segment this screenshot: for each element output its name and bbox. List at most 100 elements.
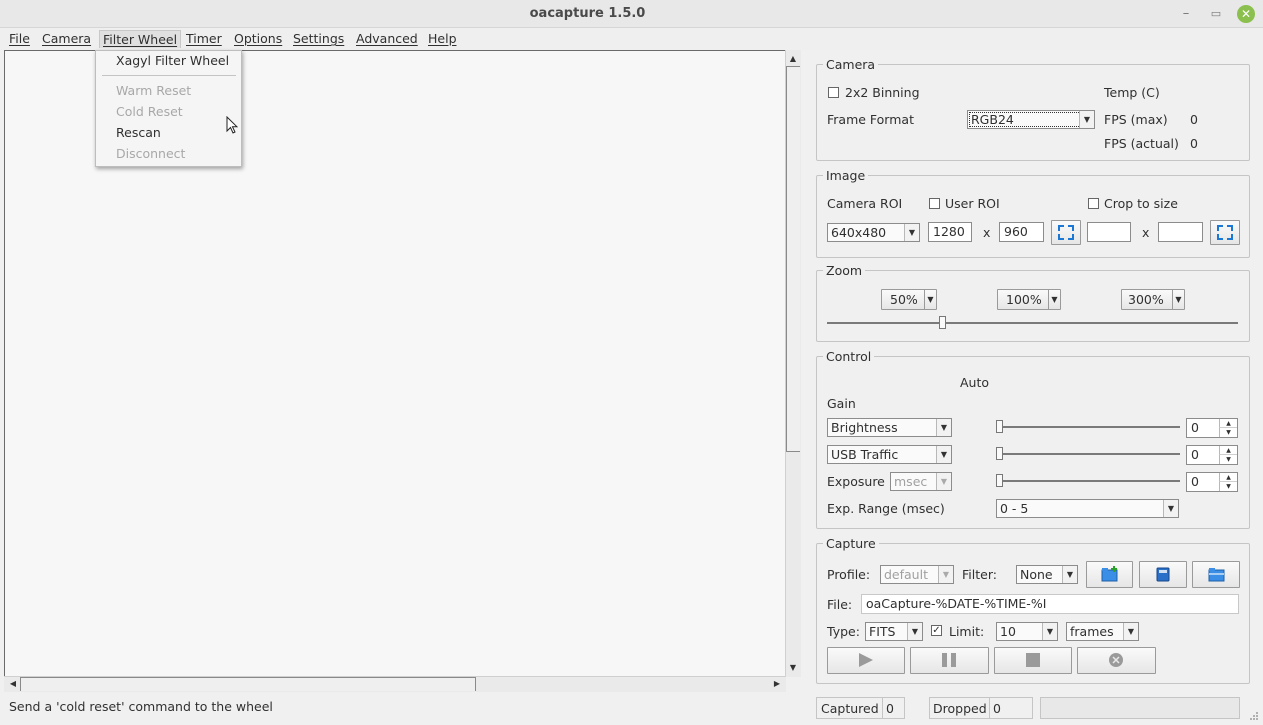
open-folder-button[interactable] bbox=[1192, 561, 1240, 588]
roi-height-input[interactable]: 960 bbox=[999, 222, 1044, 242]
binning-checkbox[interactable] bbox=[828, 87, 839, 98]
start-capture-button[interactable] bbox=[827, 647, 905, 674]
roi-select[interactable]: 640x480 ▼ bbox=[827, 223, 920, 242]
limit-select[interactable]: 10 ▼ bbox=[996, 622, 1058, 641]
menu-item-disconnect[interactable]: Disconnect bbox=[116, 145, 185, 163]
menu-options[interactable]: Options bbox=[231, 30, 285, 48]
spin-up-icon[interactable]: ▲ bbox=[1219, 419, 1237, 428]
zoom-300-button[interactable]: 300% ▼ bbox=[1121, 289, 1185, 310]
spin-down-icon[interactable]: ▼ bbox=[1219, 482, 1237, 491]
camera-roi-label: Camera ROI bbox=[827, 196, 903, 211]
frame-format-value: RGB24 bbox=[971, 112, 1014, 127]
filter-value: None bbox=[1020, 567, 1053, 582]
pause-capture-button[interactable] bbox=[910, 647, 989, 674]
zoom-slider-handle[interactable] bbox=[939, 316, 946, 329]
captured-label: Captured bbox=[821, 701, 879, 716]
fit-crop-button[interactable] bbox=[1210, 220, 1240, 245]
spin-up-icon[interactable]: ▲ bbox=[1219, 473, 1237, 482]
exposure-value: 0 bbox=[1191, 474, 1199, 489]
crop-height-input[interactable] bbox=[1158, 222, 1203, 242]
divider bbox=[989, 698, 990, 718]
type-value: FITS bbox=[869, 624, 896, 639]
spin-down-icon[interactable]: ▼ bbox=[1219, 428, 1237, 437]
fps-actual-label: FPS (actual) bbox=[1104, 136, 1179, 151]
brightness-value: 0 bbox=[1191, 420, 1199, 435]
user-roi-checkbox[interactable] bbox=[929, 198, 940, 209]
vertical-scroll-thumb[interactable] bbox=[786, 66, 800, 452]
chevron-down-icon: ▼ bbox=[1079, 111, 1094, 128]
menu-item-rescan[interactable]: Rescan bbox=[116, 124, 161, 142]
exp-range-value: 0 - 5 bbox=[1000, 501, 1029, 516]
play-icon bbox=[859, 653, 873, 667]
stop-capture-button[interactable] bbox=[994, 647, 1072, 674]
save-profile-button[interactable] bbox=[1139, 561, 1187, 588]
exposure-slider-track[interactable] bbox=[996, 480, 1180, 482]
usb-traffic-value: 0 bbox=[1191, 447, 1199, 462]
zoom-50-button[interactable]: 50% ▼ bbox=[881, 289, 937, 310]
exposure-slider-handle[interactable] bbox=[996, 474, 1003, 487]
limit-checkbox[interactable]: ✓ bbox=[931, 625, 942, 636]
spin-up-icon[interactable]: ▲ bbox=[1219, 446, 1237, 455]
resize-grip-icon[interactable] bbox=[1248, 710, 1260, 722]
type-select[interactable]: FITS ▼ bbox=[865, 622, 923, 641]
gain-label: Gain bbox=[827, 396, 856, 411]
brightness-spinbox[interactable]: 0 ▲ ▼ bbox=[1186, 418, 1238, 438]
roi-width-input[interactable]: 1280 bbox=[928, 222, 972, 242]
control-select-brightness[interactable]: Brightness ▼ bbox=[827, 418, 952, 437]
fit-roi-button[interactable] bbox=[1051, 220, 1081, 245]
scroll-right-icon[interactable]: ▶ bbox=[770, 677, 784, 691]
frame-format-select[interactable]: RGB24 ▼ bbox=[967, 110, 1095, 129]
scroll-left-icon[interactable]: ◀ bbox=[6, 677, 20, 691]
crop-width-input[interactable] bbox=[1087, 222, 1131, 242]
scroll-up-icon[interactable]: ▲ bbox=[786, 52, 800, 66]
menu-item-cold-reset[interactable]: Cold Reset bbox=[116, 103, 183, 121]
chevron-down-icon: ▼ bbox=[904, 224, 919, 241]
usb-traffic-slider-handle[interactable] bbox=[996, 447, 1003, 460]
limit-value: 10 bbox=[1000, 624, 1016, 639]
fps-max-value: 0 bbox=[1190, 112, 1198, 127]
filter-select[interactable]: None ▼ bbox=[1016, 565, 1078, 584]
menu-file[interactable]: File bbox=[6, 30, 33, 48]
menu-item-warm-reset[interactable]: Warm Reset bbox=[116, 82, 191, 100]
limit-unit-select[interactable]: frames ▼ bbox=[1066, 622, 1139, 641]
new-folder-button[interactable] bbox=[1086, 561, 1133, 588]
chevron-down-icon: ▼ bbox=[924, 290, 936, 309]
profile-select[interactable]: default ▼ bbox=[880, 565, 954, 584]
spin-down-icon[interactable]: ▼ bbox=[1219, 455, 1237, 464]
autorun-button[interactable] bbox=[1077, 647, 1156, 674]
exp-range-select[interactable]: 0 - 5 ▼ bbox=[996, 499, 1179, 518]
minimize-button[interactable]: – bbox=[1177, 5, 1195, 23]
fps-actual-value: 0 bbox=[1190, 136, 1198, 151]
user-roi-label: User ROI bbox=[945, 196, 1000, 211]
type-label: Type: bbox=[827, 624, 860, 639]
usb-traffic-slider-track[interactable] bbox=[996, 453, 1180, 455]
chevron-down-icon: ▼ bbox=[1172, 290, 1184, 309]
profile-value: default bbox=[884, 567, 928, 582]
exposure-unit-select[interactable]: msec ▼ bbox=[890, 472, 952, 491]
menu-item-xagyl-filter-wheel[interactable]: Xagyl Filter Wheel bbox=[116, 52, 229, 70]
crop-x-label: x bbox=[1142, 225, 1150, 240]
crop-checkbox[interactable] bbox=[1088, 198, 1099, 209]
zoom-100-button[interactable]: 100% ▼ bbox=[997, 289, 1061, 310]
menu-camera[interactable]: Camera bbox=[39, 30, 94, 48]
menu-timer[interactable]: Timer bbox=[183, 30, 225, 48]
file-name-input[interactable]: oaCapture-%DATE-%TIME-%I bbox=[861, 594, 1239, 614]
control-select-usb-traffic[interactable]: USB Traffic ▼ bbox=[827, 445, 952, 464]
brightness-slider-track[interactable] bbox=[996, 426, 1180, 428]
menu-settings[interactable]: Settings bbox=[290, 30, 347, 48]
menu-help[interactable]: Help bbox=[425, 30, 460, 48]
usb-traffic-spinbox[interactable]: 0 ▲ ▼ bbox=[1186, 445, 1238, 465]
scroll-down-icon[interactable]: ▼ bbox=[786, 661, 800, 675]
horizontal-scroll-thumb[interactable] bbox=[20, 677, 476, 691]
exposure-spinbox[interactable]: 0 ▲ ▼ bbox=[1186, 472, 1238, 492]
chevron-down-icon: ▼ bbox=[1048, 290, 1060, 309]
menu-filter-wheel[interactable]: Filter Wheel bbox=[99, 30, 182, 48]
zoom-100-label: 100% bbox=[1006, 292, 1042, 307]
chevron-down-icon: ▼ bbox=[936, 446, 951, 463]
close-button[interactable]: ✕ bbox=[1237, 5, 1255, 23]
brightness-slider-handle[interactable] bbox=[996, 420, 1003, 433]
menu-advanced[interactable]: Advanced bbox=[353, 30, 421, 48]
zoom-slider-track[interactable] bbox=[827, 322, 1238, 324]
maximize-button[interactable]: ▭ bbox=[1207, 5, 1225, 23]
temp-label: Temp (C) bbox=[1104, 85, 1160, 100]
